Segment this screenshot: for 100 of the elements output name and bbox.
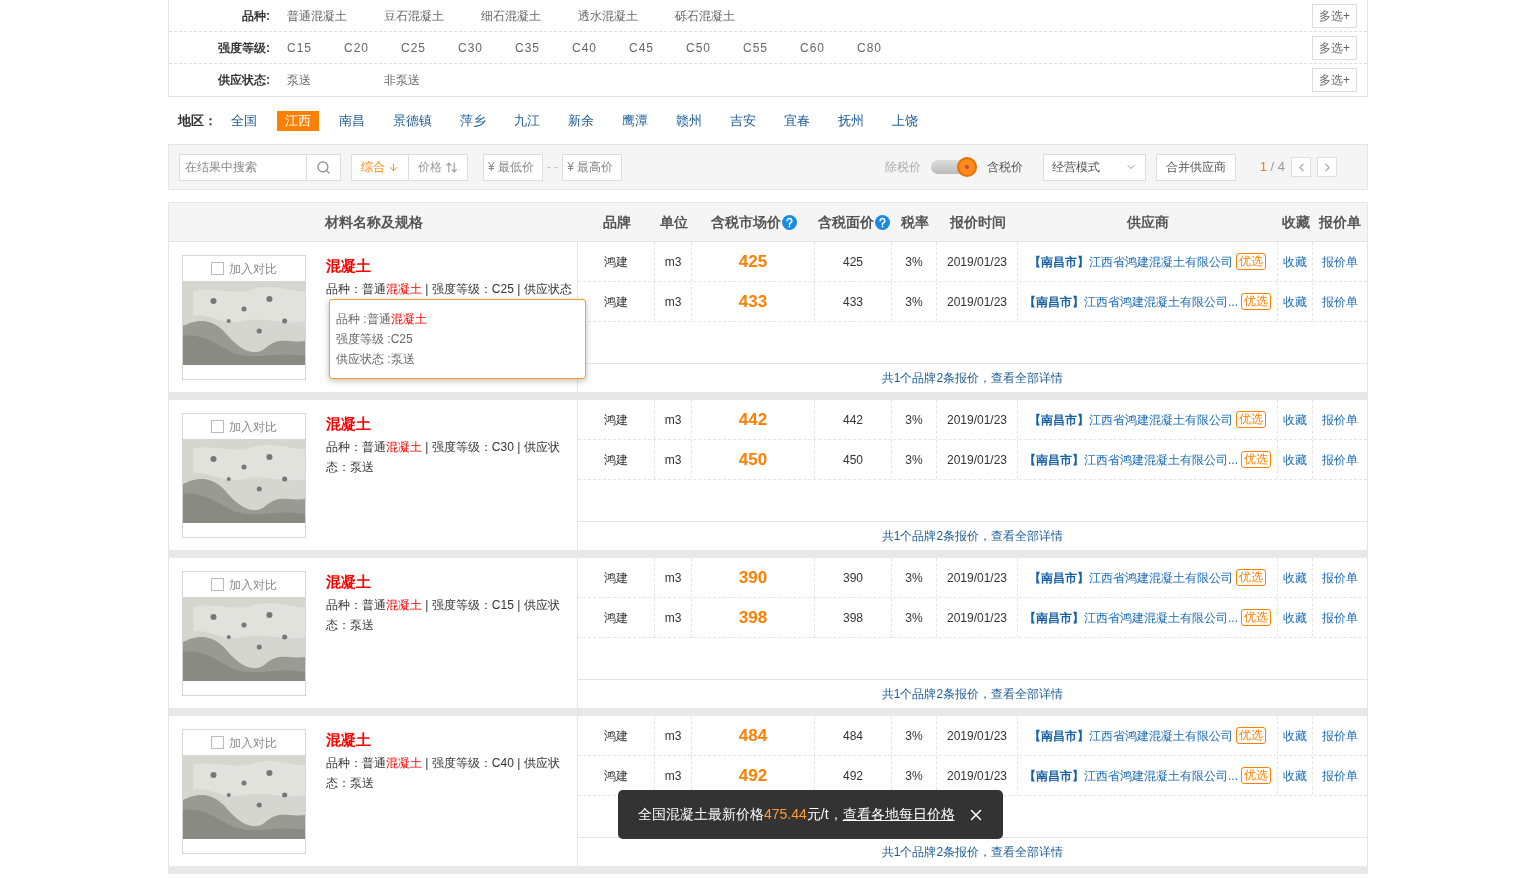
- supplier-link[interactable]: 【南昌市】江西省鸿建混凝土有限公司...: [1024, 766, 1238, 785]
- multi-select-button[interactable]: 多选+: [1312, 3, 1357, 28]
- quote-sheet-link[interactable]: 报价单: [1322, 450, 1358, 469]
- view-all-link[interactable]: 共1个品牌2条报价，查看全部详情: [881, 685, 1064, 703]
- supplier-link[interactable]: 【南昌市】江西省鸿建混凝土有限公司: [1029, 726, 1233, 745]
- view-all-link[interactable]: 共1个品牌2条报价，查看全部详情: [881, 843, 1064, 861]
- region-tab[interactable]: 宜春: [776, 110, 818, 131]
- product-title[interactable]: 混凝土: [326, 255, 573, 277]
- region-tab[interactable]: 萍乡: [452, 110, 494, 131]
- view-all-link[interactable]: 共1个品牌2条报价，查看全部详情: [881, 369, 1064, 387]
- quote-sheet-link[interactable]: 报价单: [1322, 292, 1358, 311]
- filter-option[interactable]: C80: [857, 38, 914, 57]
- filter-option[interactable]: C15: [287, 38, 344, 57]
- supplier-link[interactable]: 【南昌市】江西省鸿建混凝土有限公司: [1029, 568, 1233, 587]
- preferred-badge: 优选: [1241, 767, 1271, 784]
- search-field[interactable]: 在结果中搜索: [179, 153, 341, 181]
- multi-select-button[interactable]: 多选+: [1312, 68, 1357, 92]
- compare-checkbox[interactable]: [211, 578, 224, 591]
- filter-option[interactable]: 豆石混凝土: [384, 6, 481, 25]
- merge-suppliers-button[interactable]: 合并供应商: [1155, 153, 1236, 181]
- compare-checkbox[interactable]: [211, 736, 224, 749]
- filter-option[interactable]: 泵送: [287, 71, 384, 89]
- compare-checkbox[interactable]: [211, 262, 224, 275]
- multi-select-button[interactable]: 多选+: [1312, 35, 1357, 60]
- filter-option[interactable]: C25: [401, 38, 458, 57]
- region-tab[interactable]: 上饶: [884, 110, 926, 131]
- filter-option[interactable]: 非泵送: [384, 71, 481, 89]
- supplier-link[interactable]: 【南昌市】江西省鸿建混凝土有限公司: [1029, 410, 1233, 429]
- quote-sheet-link[interactable]: 报价单: [1322, 410, 1358, 429]
- filter-label: 强度等级:: [217, 39, 270, 57]
- favorite-link[interactable]: 收藏: [1283, 726, 1307, 745]
- filter-option[interactable]: 细石混凝土: [481, 6, 578, 25]
- region-tab[interactable]: 九江: [506, 110, 548, 131]
- tax-rate: 3%: [905, 451, 923, 469]
- filter-option[interactable]: 砾石混凝土: [675, 6, 772, 25]
- mode-dropdown[interactable]: 经营模式: [1042, 153, 1146, 181]
- compare-label[interactable]: 加入对比: [229, 417, 277, 436]
- quote-sheet-link[interactable]: 报价单: [1322, 766, 1358, 785]
- favorite-link[interactable]: 收藏: [1283, 568, 1307, 587]
- min-price-field[interactable]: ¥ 最低价: [483, 153, 543, 181]
- prev-page-button[interactable]: [1291, 157, 1311, 177]
- favorite-link[interactable]: 收藏: [1283, 252, 1307, 271]
- region-tab[interactable]: 吉安: [722, 110, 764, 131]
- region-tab[interactable]: 新余: [560, 110, 602, 131]
- filter-option[interactable]: 透水混凝土: [578, 6, 675, 25]
- quote-sheet-link[interactable]: 报价单: [1322, 252, 1358, 271]
- face-price: 390: [843, 569, 863, 587]
- favorite-link[interactable]: 收藏: [1283, 766, 1307, 785]
- filter-option[interactable]: C45: [629, 38, 686, 57]
- column-header: 报价单: [1319, 212, 1361, 232]
- filter-option[interactable]: C40: [572, 38, 629, 57]
- quote-date: 2019/01/23: [946, 609, 1008, 627]
- favorite-link[interactable]: 收藏: [1283, 292, 1307, 311]
- tax-toggle[interactable]: [930, 160, 977, 174]
- max-price-field[interactable]: ¥ 最高价: [562, 153, 623, 181]
- tooltip-line: 强度等级 :C25: [336, 331, 414, 348]
- product-title[interactable]: 混凝土: [326, 413, 573, 435]
- filter-option[interactable]: C20: [344, 38, 401, 57]
- region-tab[interactable]: 南昌: [331, 110, 373, 131]
- view-all-link[interactable]: 共1个品牌2条报价，查看全部详情: [881, 527, 1064, 545]
- region-tab[interactable]: 景德镇: [385, 110, 440, 131]
- next-page-button[interactable]: [1317, 157, 1337, 177]
- supplier-link[interactable]: 【南昌市】江西省鸿建混凝土有限公司: [1029, 252, 1233, 271]
- filter-option[interactable]: C55: [743, 38, 800, 57]
- quote-sheet-link[interactable]: 报价单: [1322, 726, 1358, 745]
- daily-price-link[interactable]: 查看各地每日价格: [842, 806, 955, 822]
- quote-date: 2019/01/23: [946, 411, 1008, 429]
- region-tab[interactable]: 全国: [223, 110, 265, 131]
- search-input[interactable]: 在结果中搜索: [180, 154, 306, 180]
- supplier-link[interactable]: 【南昌市】江西省鸿建混凝土有限公司...: [1024, 608, 1238, 627]
- compare-label[interactable]: 加入对比: [229, 259, 277, 278]
- search-icon[interactable]: [316, 159, 331, 175]
- favorite-link[interactable]: 收藏: [1283, 450, 1307, 469]
- help-icon[interactable]: [874, 214, 890, 230]
- region-tab[interactable]: 鹰潭: [614, 110, 656, 131]
- quote-sheet-link[interactable]: 报价单: [1322, 568, 1358, 587]
- sort-down-icon: [388, 161, 399, 173]
- market-price: 442: [738, 408, 768, 431]
- filter-option[interactable]: C50: [686, 38, 743, 57]
- tax-rate: 3%: [905, 767, 923, 785]
- filter-option[interactable]: C30: [458, 38, 515, 57]
- supplier-link[interactable]: 【南昌市】江西省鸿建混凝土有限公司...: [1024, 292, 1238, 311]
- compare-label[interactable]: 加入对比: [229, 733, 277, 752]
- region-tab[interactable]: 抚州: [830, 110, 872, 131]
- favorite-link[interactable]: 收藏: [1283, 608, 1307, 627]
- filter-option[interactable]: 普通混凝土: [287, 6, 384, 25]
- help-icon[interactable]: [781, 214, 797, 230]
- region-tab[interactable]: 赣州: [668, 110, 710, 131]
- compare-label[interactable]: 加入对比: [229, 575, 277, 594]
- region-label: 地区：: [178, 111, 217, 130]
- quote-date: 2019/01/23: [946, 727, 1008, 745]
- product-title[interactable]: 混凝土: [326, 729, 573, 751]
- filter-option[interactable]: C60: [800, 38, 857, 57]
- brand-text: 鸿建: [604, 727, 628, 745]
- product-title[interactable]: 混凝土: [326, 571, 573, 593]
- favorite-link[interactable]: 收藏: [1283, 410, 1307, 429]
- filter-option[interactable]: C35: [515, 38, 572, 57]
- supplier-link[interactable]: 【南昌市】江西省鸿建混凝土有限公司...: [1024, 450, 1238, 469]
- quote-sheet-link[interactable]: 报价单: [1322, 608, 1358, 627]
- compare-checkbox[interactable]: [211, 420, 224, 433]
